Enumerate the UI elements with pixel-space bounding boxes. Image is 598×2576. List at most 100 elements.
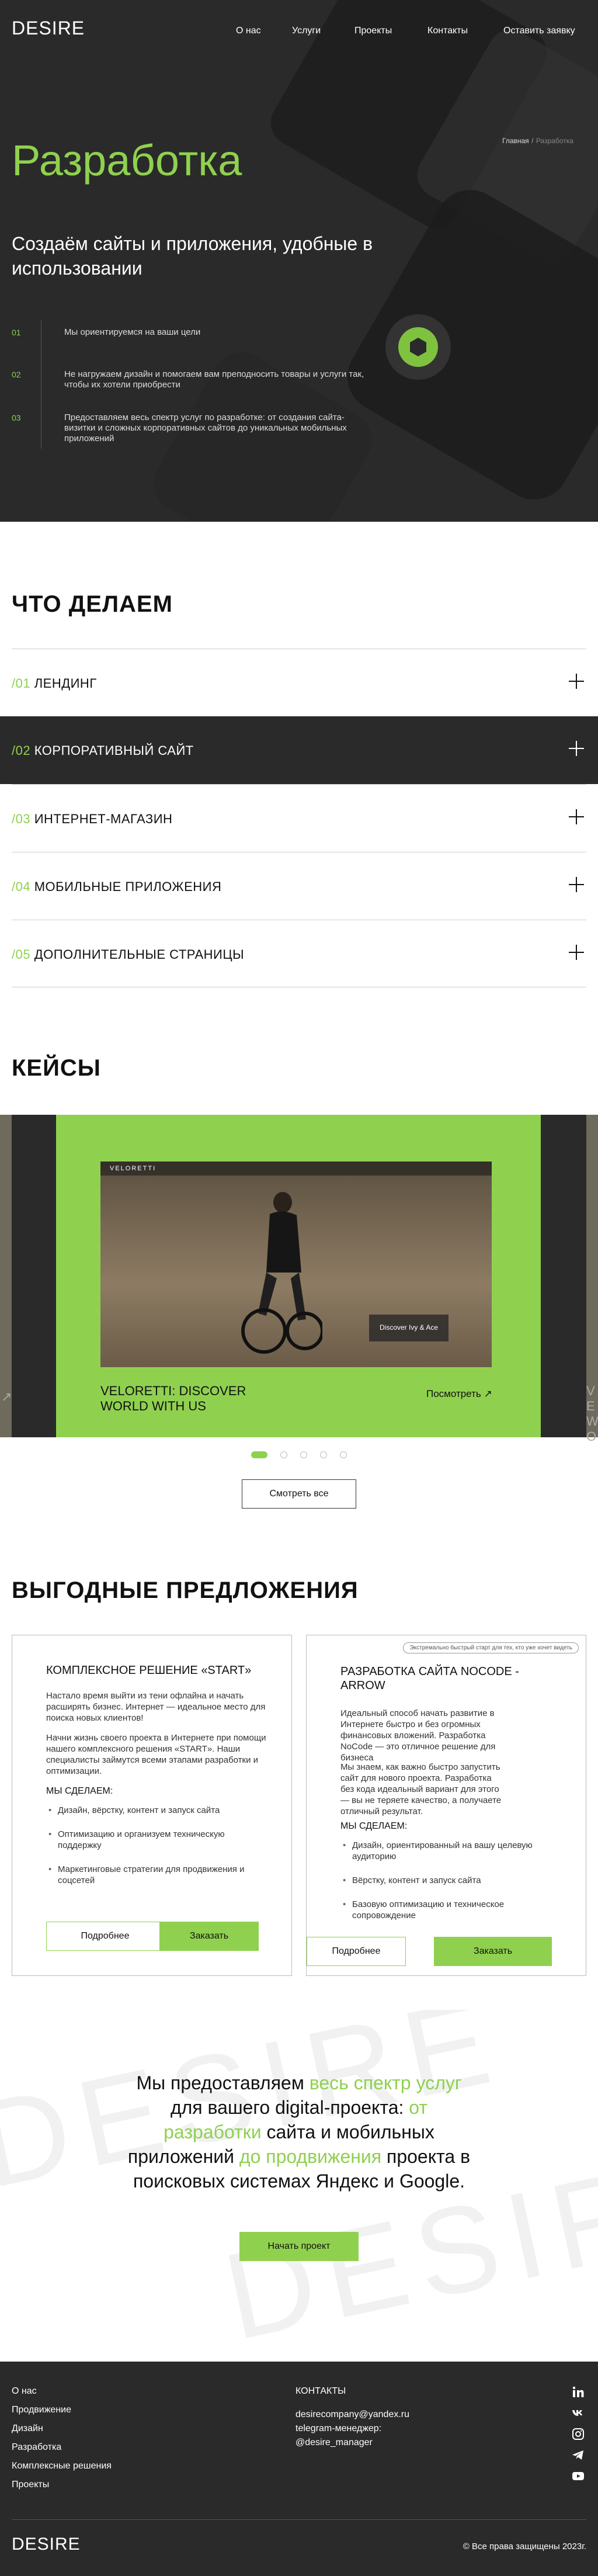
footer-link-design[interactable]: Дизайн: [12, 2424, 43, 2434]
footer-telegram-label: telegram-менеджер:: [295, 2424, 382, 2433]
offer-list-item: Базовую оптимизацию и техническое сопров…: [340, 1899, 539, 1921]
hexagon-icon: [410, 338, 426, 356]
accordion-title: ИНТЕРНЕТ-МАГАЗИН: [34, 812, 173, 826]
promo-highlight: весь спектр услуг: [309, 2072, 462, 2093]
carousel-dot[interactable]: [280, 1451, 287, 1458]
nav-contacts[interactable]: Контакты: [427, 26, 468, 36]
next-case-label[interactable]: VE WO: [586, 1384, 598, 1444]
accordion-number: /03: [12, 812, 31, 826]
offer-text: Идеальный способ начать развитие в Интер…: [340, 1708, 496, 1763]
linkedin-icon[interactable]: [571, 2385, 585, 2399]
telegram-icon[interactable]: [571, 2448, 585, 2462]
step-text: Предоставляем весь спектр услуг по разра…: [64, 412, 347, 443]
plus-icon[interactable]: [569, 741, 584, 756]
footer-link-complex[interactable]: Комплексные решения: [12, 2461, 112, 2471]
youtube-icon[interactable]: [571, 2469, 585, 2483]
header-logo[interactable]: DESIRE: [12, 18, 85, 39]
see-all-button[interactable]: Смотреть все: [242, 1479, 356, 1509]
step-number: 01: [12, 328, 21, 337]
offer-subtitle: МЫ СДЕЛАЕМ:: [340, 1821, 408, 1831]
footer-email[interactable]: desirecompany@yandex.ru: [295, 2409, 409, 2420]
accordion-item-shop[interactable]: /03 ИНТЕРНЕТ-МАГАЗИН: [12, 784, 586, 852]
offer-list-item: Дизайн, вёрстку, контент и запуск сайта: [46, 1805, 268, 1816]
accordion-title: КОРПОРАТИВНЫЙ САЙТ: [34, 743, 194, 758]
section-title-what-we-do: ЧТО ДЕЛАЕМ: [12, 591, 173, 617]
accordion-title: ДОПОЛНИТЕЛЬНЫЕ СТРАНИЦЫ: [34, 947, 245, 962]
offer-title: РАЗРАБОТКА САЙТА NOCODE - ARROW: [340, 1665, 519, 1692]
offer-card-start: КОМПЛЕКСНОЕ РЕШЕНИЕ «START» Настало врем…: [12, 1635, 292, 1976]
promo-text-part: для вашего digital-проекта:: [170, 2097, 409, 2118]
hexagon-badge: [385, 314, 451, 380]
step-text: Мы ориентируемся на ваши цели: [64, 327, 201, 337]
offer-text: Мы знаем, как важно быстро запустить сай…: [340, 1762, 502, 1816]
offer-list-item: Дизайн, ориентированный на вашу целевую …: [340, 1840, 539, 1862]
instagram-icon[interactable]: [571, 2427, 585, 2441]
case-site-brand: VELORETTI: [110, 1165, 157, 1172]
footer-divider: [12, 2519, 586, 2520]
carousel-dot[interactable]: [300, 1451, 307, 1458]
offer-card-nocode: Экстремально быстрый старт для тех, кто …: [306, 1635, 586, 1976]
case-screenshot[interactable]: VELORETTI Discover Ivy & Ace: [100, 1162, 492, 1367]
offer-order-button[interactable]: Заказать: [434, 1937, 552, 1966]
carousel-dot[interactable]: [320, 1451, 327, 1458]
footer-link-development[interactable]: Разработка: [12, 2442, 61, 2453]
accordion-title: ЛЕНДИНГ: [34, 676, 97, 691]
promo-text: Мы предоставляем весь спектр услуг для в…: [124, 2071, 474, 2193]
accordion-item-landing[interactable]: /01 ЛЕНДИНГ: [12, 649, 586, 716]
nav-projects[interactable]: Проекты: [354, 26, 392, 36]
offer-order-button[interactable]: Заказать: [159, 1922, 259, 1951]
promo-text-part: Мы предоставляем: [136, 2072, 310, 2093]
section-title-cases: КЕЙСЫ: [12, 1055, 101, 1081]
plus-icon[interactable]: [569, 877, 584, 892]
accordion-number: /01: [12, 676, 31, 691]
accordion-label: /02 КОРПОРАТИВНЫЙ САЙТ: [12, 743, 194, 758]
case-card[interactable]: VELORETTI Discover Ivy & Ace VELORETTI: …: [56, 1115, 541, 1437]
case-title: VELORETTI: DISCOVER WORLD WITH US: [100, 1384, 246, 1413]
case-view-link[interactable]: Посмотреть ↗: [426, 1388, 492, 1400]
accordion-item-mobile[interactable]: /04 МОБИЛЬНЫЕ ПРИЛОЖЕНИЯ: [12, 852, 586, 920]
offer-text: Начни жизнь своего проекта в Интернете п…: [46, 1733, 266, 1776]
footer-logo[interactable]: DESIRE: [12, 2535, 81, 2554]
footer-telegram[interactable]: @desire_manager: [295, 2438, 373, 2448]
case-site-navbar: [100, 1162, 492, 1176]
footer-link-about[interactable]: О нас: [12, 2386, 37, 2397]
carousel-dot[interactable]: [340, 1451, 347, 1458]
nav-services[interactable]: Услуги: [292, 26, 321, 36]
offer-list-item: Маркетинговые стратегии для продвижения …: [46, 1864, 268, 1886]
offer-text: Настало время выйти из тени офлайна и на…: [46, 1691, 266, 1723]
accordion-number: /05: [12, 947, 31, 962]
section-title-offers: ВЫГОДНЫЕ ПРЕДЛОЖЕНИЯ: [12, 1578, 359, 1603]
start-project-button[interactable]: Начать проект: [239, 2232, 359, 2261]
footer-link-projects[interactable]: Проекты: [12, 2480, 49, 2490]
step-number: 03: [12, 413, 21, 422]
footer-link-promotion[interactable]: Продвижение: [12, 2405, 71, 2415]
breadcrumb-sep: /: [531, 137, 534, 145]
nav-about[interactable]: О нас: [236, 26, 261, 36]
prev-case-arrow[interactable]: ↗: [1, 1389, 12, 1405]
offer-more-button[interactable]: Подробнее: [46, 1922, 164, 1951]
vk-icon[interactable]: [571, 2406, 585, 2420]
offer-tag: Экстремально быстрый старт для тех, кто …: [403, 1642, 579, 1653]
offer-list-item: Вёрстку, контент и запуск сайта: [340, 1875, 539, 1886]
hero-section: DESIRE О нас Услуги Проекты Контакты Ост…: [0, 0, 598, 522]
step-text: Не нагружаем дизайн и помогаем вам препо…: [64, 369, 364, 390]
offer-list-item: Оптимизацию и организуем техническую под…: [46, 1829, 268, 1851]
accordion-item-corporate[interactable]: /02 КОРПОРАТИВНЫЙ САЙТ: [0, 716, 598, 784]
hero-subtitle: Создаём сайты и приложения, удобные в ис…: [12, 233, 373, 279]
offer-subtitle: МЫ СДЕЛАЕМ:: [46, 1786, 113, 1796]
footer-contacts-title: КОНТАКТЫ: [295, 2386, 346, 2396]
cyclist-image: [241, 1192, 322, 1354]
offer-more-button[interactable]: Подробнее: [307, 1937, 406, 1966]
breadcrumb-home[interactable]: Главная: [502, 137, 529, 145]
accordion-item-pages[interactable]: /05 ДОПОЛНИТЕЛЬНЫЕ СТРАНИЦЫ: [12, 920, 586, 987]
carousel-dot-active[interactable]: [251, 1451, 267, 1458]
accordion-title: МОБИЛЬНЫЕ ПРИЛОЖЕНИЯ: [34, 879, 222, 894]
offer-list: Дизайн, ориентированный на вашу целевую …: [340, 1840, 539, 1934]
plus-icon[interactable]: [569, 945, 584, 960]
footer: О нас Продвижение Дизайн Разработка Комп…: [0, 2362, 598, 2576]
plus-icon[interactable]: [569, 674, 584, 689]
plus-icon[interactable]: [569, 809, 584, 824]
nav-request[interactable]: Оставить заявку: [503, 26, 575, 36]
promo-highlight: до продвижения: [239, 2146, 382, 2167]
accordion-number: /02: [12, 743, 31, 758]
